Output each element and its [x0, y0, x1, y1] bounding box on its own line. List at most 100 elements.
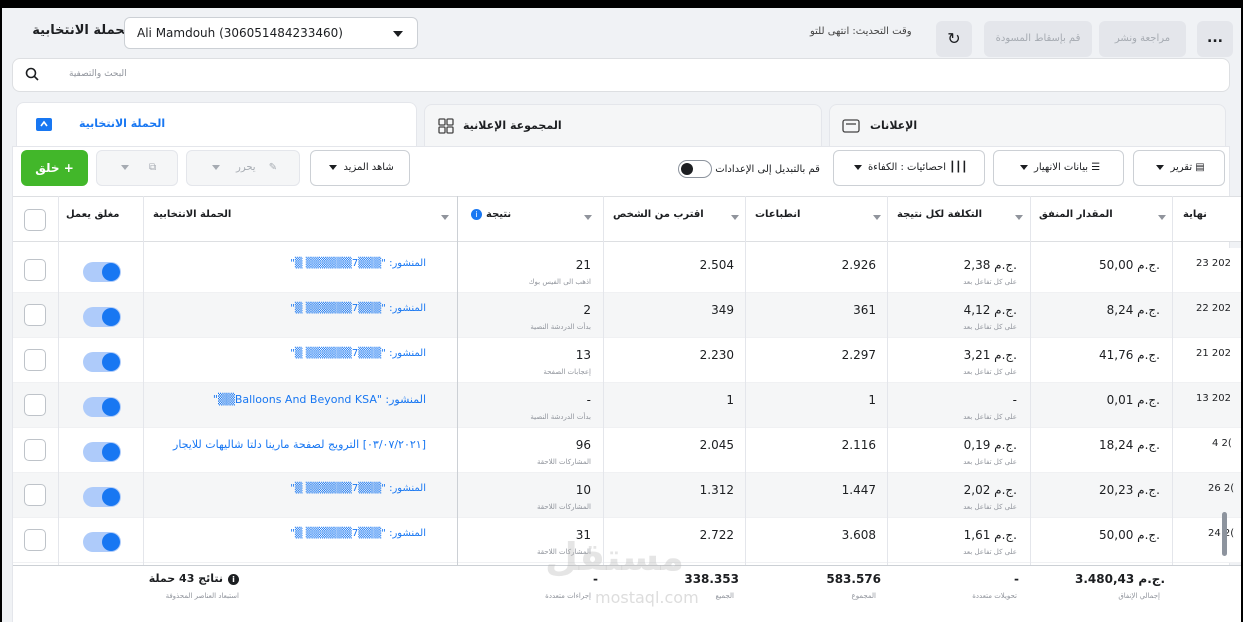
row-checkbox[interactable]	[24, 529, 46, 551]
row-checkbox[interactable]	[24, 394, 46, 416]
edit-label: يحرر	[236, 162, 256, 173]
cost-type: على كل تفاعل بعد	[963, 278, 1017, 286]
info-icon[interactable]: i	[471, 209, 482, 220]
tab-ad-sets-label: المجموعة الإعلانية	[463, 119, 562, 132]
create-button[interactable]: خلق +	[21, 150, 88, 186]
tab-campaigns[interactable]: الحملة الانتخابية	[16, 102, 417, 148]
campaign-toggle[interactable]	[83, 307, 121, 327]
result-type: اذهب الى الفيس بوك	[528, 278, 591, 286]
col-cost[interactable]: التكلفة لكل نتيجة	[897, 209, 982, 220]
tab-ads[interactable]: الإعلانات	[829, 104, 1226, 148]
col-onoff[interactable]: مغلق يعمل	[66, 209, 119, 220]
campaign-name[interactable]: المنشور: "▒▒▒7▒▒▒▒▒▒ ▒"	[290, 258, 426, 269]
row-checkbox[interactable]	[24, 349, 46, 371]
search-placeholder: البحث والتصفية	[69, 69, 127, 79]
campaign-name[interactable]: المنشور: "▒▒▒7▒▒▒▒▒▒ ▒"	[290, 528, 426, 539]
more-icon: ...	[1207, 30, 1223, 46]
result-type: المشاركات اللاحقة	[536, 458, 591, 466]
column-divider	[58, 196, 59, 622]
table-row[interactable]: المنشور: "▒▒▒7▒▒▒▒▒▒ ▒" 10 المشاركات الل…	[13, 473, 1241, 518]
report-dropdown[interactable]: تقرير ▤	[1133, 150, 1225, 186]
select-all-checkbox[interactable]	[24, 209, 46, 231]
campaign-toggle[interactable]	[83, 532, 121, 552]
search-bar[interactable]: البحث والتصفية	[12, 58, 1230, 92]
chevron-down-icon	[853, 164, 862, 170]
spent-value: 18,24 ج.م.	[1099, 438, 1160, 452]
row-checkbox[interactable]	[24, 304, 46, 326]
table-row[interactable]: المنشور: "▒▒▒7▒▒▒▒▒▒ ▒" 2 بدأت الدردشة ا…	[13, 293, 1241, 338]
result-value: 21	[575, 258, 591, 272]
campaign-toggle[interactable]	[83, 442, 121, 462]
account-name: Ali Mamdouh (306051484233460)	[137, 26, 343, 40]
col-result[interactable]: نتيجة	[486, 209, 511, 220]
col-spent[interactable]: المقدار المنفق	[1039, 209, 1113, 220]
settings-switch[interactable]	[678, 160, 712, 178]
top-bar: الحملة الانتخابية Ali Mamdouh (306051484…	[2, 8, 1239, 57]
sort-icon[interactable]	[873, 215, 881, 220]
row-checkbox[interactable]	[24, 259, 46, 281]
impressions-value: 361	[853, 303, 876, 317]
end-date: 21 202	[1196, 348, 1231, 359]
columns-icon: ┃┃┃	[949, 162, 968, 173]
impressions-value: 2.926	[841, 258, 876, 272]
campaign-toggle[interactable]	[83, 262, 121, 282]
result-value: 96	[575, 438, 591, 452]
report-icon: ▤	[1195, 162, 1205, 173]
breakdown-dropdown[interactable]: بيانات الانهيار ☰	[993, 150, 1124, 186]
breakdown-icon: ☰	[1091, 162, 1101, 173]
chevron-down-icon	[1156, 164, 1165, 170]
column-divider	[143, 196, 144, 622]
refresh-button[interactable]: ↻	[936, 21, 972, 57]
more-options-button[interactable]: ...	[1197, 21, 1233, 57]
campaign-toggle[interactable]	[83, 487, 121, 507]
col-campaign[interactable]: الحملة الانتخابية	[153, 209, 231, 220]
campaign-name[interactable]: المنشور: "▒▒▒7▒▒▒▒▒▒ ▒"	[290, 348, 426, 359]
summary-cost: -	[1014, 572, 1019, 586]
campaign-toggle[interactable]	[83, 352, 121, 372]
sort-icon[interactable]	[441, 215, 449, 220]
table-row[interactable]: المنشور: "Balloons And Beyond KSA▒▒" - ب…	[13, 383, 1241, 428]
col-end[interactable]: نهاية	[1183, 209, 1207, 220]
row-checkbox[interactable]	[24, 484, 46, 506]
col-impressions[interactable]: انطباعات	[755, 209, 800, 220]
spent-value: 20,23 ج.م.	[1099, 483, 1160, 497]
stats-dropdown[interactable]: احصائيات : الكفاءة ┃┃┃	[833, 150, 985, 186]
summary-title-sub: استبعاد العناصر المحذوفة	[165, 592, 239, 600]
table-row[interactable]: [٠٣/٠٧/٢٠٢١] الترويج لصفحة مارينا دلتا ش…	[13, 428, 1241, 473]
campaign-name[interactable]: المنشور: "Balloons And Beyond KSA▒▒"	[213, 393, 426, 406]
vertical-scrollbar[interactable]	[1222, 512, 1227, 556]
tab-ad-sets[interactable]: المجموعة الإعلانية	[424, 104, 822, 148]
grid-icon	[438, 118, 454, 134]
end-date: 26 2(	[1208, 483, 1235, 494]
watermark-logo: مستقل	[545, 535, 684, 579]
table-row[interactable]: المنشور: "▒▒▒7▒▒▒▒▒▒ ▒" 13 إعجابات الصفح…	[13, 338, 1241, 383]
table-row[interactable]: المنشور: "▒▒▒7▒▒▒▒▒▒ ▒" 21 اذهب الى الفي…	[13, 248, 1241, 293]
summary-spent: 3.480,43 ج.م.	[1075, 572, 1165, 586]
campaign-name[interactable]: المنشور: "▒▒▒7▒▒▒▒▒▒ ▒"	[290, 303, 426, 314]
sort-icon[interactable]	[1158, 215, 1166, 220]
cost-value: 1,61 ج.م.	[963, 528, 1017, 542]
table-header: مغلق يعمل الحملة الانتخابية نتيجة i اقتر…	[13, 196, 1241, 242]
duplicate-button[interactable]: ⧉	[96, 150, 178, 186]
review-publish-button[interactable]: مراجعة ونشر	[1099, 21, 1186, 57]
settings-toggle[interactable]: قم بالتبديل إلى الإعدادات	[674, 160, 820, 178]
spent-value: 0,01 ج.م.	[1106, 393, 1160, 407]
row-checkbox[interactable]	[24, 439, 46, 461]
sort-icon[interactable]	[731, 215, 739, 220]
cost-type: على كل تفاعل بعد	[963, 503, 1017, 511]
campaign-name[interactable]: [٠٣/٠٧/٢٠٢١] الترويج لصفحة مارينا دلتا ش…	[173, 438, 426, 451]
spent-value: 41,76 ج.م.	[1099, 348, 1160, 362]
summary-impressions-sub: المجموع	[851, 592, 876, 600]
campaign-name[interactable]: المنشور: "▒▒▒7▒▒▒▒▒▒ ▒"	[290, 483, 426, 494]
campaign-toggle[interactable]	[83, 397, 121, 417]
discard-draft-button[interactable]: قم بإسقاط المسودة	[984, 21, 1092, 57]
summary-spent-sub: إجمالي الإنفاق	[1118, 592, 1160, 600]
page-title: الحملة الانتخابية	[32, 23, 134, 38]
sort-icon[interactable]	[1015, 215, 1023, 220]
sort-icon[interactable]	[584, 215, 592, 220]
col-reach[interactable]: اقترب من الشخص	[613, 209, 704, 220]
end-date: 22 202	[1196, 303, 1231, 314]
see-more-button[interactable]: شاهد المزيد	[310, 150, 410, 186]
account-select[interactable]: Ali Mamdouh (306051484233460)	[124, 17, 418, 49]
edit-button[interactable]: يحرر ✎	[186, 150, 300, 186]
